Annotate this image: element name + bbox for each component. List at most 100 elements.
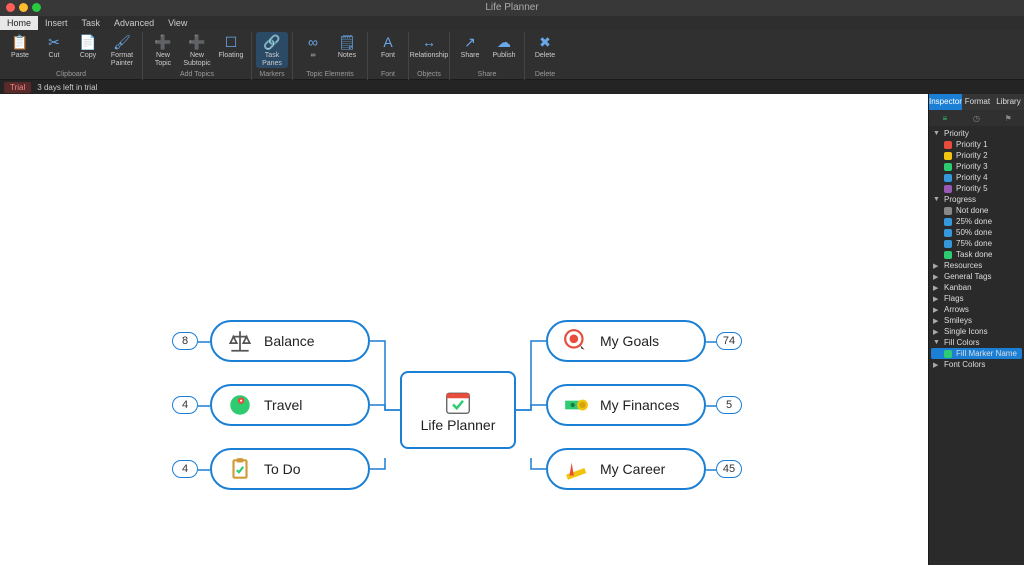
tree-item-not-done[interactable]: Not done [931,205,1022,216]
side-tab-format[interactable]: Format [962,94,993,110]
clock-icon[interactable]: ◷ [961,110,993,126]
ribbon-group-label: Objects [417,71,441,78]
tree-item-fill-marker-name[interactable]: Fill Marker Name [931,348,1022,359]
triangle-icon: ▶ [933,273,940,281]
menu-tab-view[interactable]: View [161,16,194,30]
ribbon-label: Notes [338,52,356,60]
ribbon-publish[interactable]: ☁Publish [488,32,520,60]
connector [706,404,716,408]
tree-item-priority-4[interactable]: Priority 4 [931,172,1022,183]
ribbon-notes[interactable]: 🗒Notes [331,32,363,60]
tree-item-50%-done[interactable]: 50% done [931,227,1022,238]
New Subtopic-icon: ➕ [188,33,206,51]
tree-item-priority-5[interactable]: Priority 5 [931,183,1022,194]
tree-group-font-colors[interactable]: ▶Font Colors [931,359,1022,370]
ribbon-∞[interactable]: ∞∞ [297,32,329,60]
marker-dot-icon [944,174,952,182]
ribbon-delete[interactable]: ✖Delete [529,32,561,60]
tree-group-general-tags[interactable]: ▶ General Tags [931,271,1022,282]
tree-item-priority-1[interactable]: Priority 1 [931,139,1022,150]
ribbon-floating[interactable]: ☐Floating [215,32,247,68]
triangle-icon: ▶ [933,262,940,270]
node-my-finances[interactable]: My Finances [546,384,706,426]
tree-group-priority[interactable]: ▼Priority [931,128,1022,139]
count-badge[interactable]: 4 [172,460,198,478]
triangle-icon: ▶ [933,317,940,325]
node-label: Balance [264,333,315,349]
node-my-career[interactable]: My Career [546,448,706,490]
list-icon[interactable]: ≡ [929,110,961,126]
tree-group-label: Smileys [944,316,972,325]
tree-group-label: Progress [944,195,976,204]
tree-item-25%-done[interactable]: 25% done [931,216,1022,227]
node-my-goals[interactable]: My Goals [546,320,706,362]
Publish-icon: ☁ [495,33,513,51]
count-badge[interactable]: 74 [716,332,742,350]
ribbon-new-topic[interactable]: ➕New Topic [147,32,179,68]
side-tab-library[interactable]: Library [993,94,1024,110]
ribbon: 📋Paste✂Cut📄Copy🖌Format PainterClipboard➕… [0,30,1024,80]
count-badge[interactable]: 8 [172,332,198,350]
ribbon-label: Task Panes [256,52,288,68]
menu-tab-task[interactable]: Task [75,16,108,30]
tree-group-label: Single Icons [944,327,988,336]
count-badge[interactable]: 5 [716,396,742,414]
ribbon-relationship[interactable]: ↔Relationship [413,32,445,60]
mindmap-canvas[interactable]: Life Planner Balance 8 Travel 4 To Do 4 My Goal… [0,94,928,565]
count-badge[interactable]: 4 [172,396,198,414]
node-label: My Goals [600,333,659,349]
node-label: Travel [264,397,302,413]
tree-group-smileys[interactable]: ▶ Smileys [931,315,1022,326]
tree-item-label: 25% done [956,217,992,226]
menu-tab-advanced[interactable]: Advanced [107,16,161,30]
side-tab-inspector[interactable]: Inspector [929,94,962,110]
trial-bar: Trial 3 days left in trial [0,80,1024,94]
tree-group-progress[interactable]: ▼Progress [931,194,1022,205]
side-toolbar: ≡ ◷ ⚑ [929,110,1024,126]
ribbon-group-label: Font [381,71,395,78]
ribbon-paste[interactable]: 📋Paste [4,32,36,68]
tree-item-75%-done[interactable]: 75% done [931,238,1022,249]
node-balance[interactable]: Balance [210,320,370,362]
trial-text: 3 days left in trial [37,83,97,92]
node-travel[interactable]: Travel [210,384,370,426]
tree-group-kanban[interactable]: ▶Kanban [931,282,1022,293]
tree-group-label: Font Colors [944,360,985,369]
clipboard-check-icon [226,455,254,483]
menu-tab-home[interactable]: Home [0,16,38,30]
tree-item-priority-2[interactable]: Priority 2 [931,150,1022,161]
minimize-icon[interactable] [19,3,28,12]
tree-group-resources[interactable]: ▶Resources [931,260,1022,271]
connector [516,394,546,415]
tree-group-flags[interactable]: ▶Flags [931,293,1022,304]
tree-item-priority-3[interactable]: Priority 3 [931,161,1022,172]
tree-group-label: Kanban [944,283,972,292]
center-node[interactable]: Life Planner [400,371,516,449]
tree-item-task-done[interactable]: Task done [931,249,1022,260]
node-to-do[interactable]: To Do [210,448,370,490]
tree-group-fill-colors[interactable]: ▼Fill Colors [931,337,1022,348]
node-label: My Career [600,461,665,477]
tree-group-label: General Tags [944,272,991,281]
tree-group-arrows[interactable]: ▶Arrows [931,304,1022,315]
connector [198,404,210,408]
trial-badge[interactable]: Trial [4,82,31,93]
ribbon-cut[interactable]: ✂Cut [38,32,70,68]
menu-tab-insert[interactable]: Insert [38,16,75,30]
tag-icon[interactable]: ⚑ [992,110,1024,126]
ribbon-share[interactable]: ↗Share [454,32,486,60]
ribbon-group-label: Share [478,71,497,78]
ribbon-new-subtopic[interactable]: ➕New Subtopic [181,32,213,68]
connector [706,468,716,472]
ribbon-copy[interactable]: 📄Copy [72,32,104,68]
tree-item-label: Fill Marker Name [956,349,1017,358]
close-icon[interactable] [6,3,15,12]
ribbon-format-painter[interactable]: 🖌Format Painter [106,32,138,68]
count-badge[interactable]: 45 [716,460,742,478]
maximize-icon[interactable] [32,3,41,12]
tree-group-single-icons[interactable]: ▶Single Icons [931,326,1022,337]
ribbon-label: Paste [11,52,29,60]
ribbon-task-panes[interactable]: 🔗Task Panes [256,32,288,68]
triangle-icon: ▶ [933,295,940,303]
ribbon-font[interactable]: AFont [372,32,404,60]
